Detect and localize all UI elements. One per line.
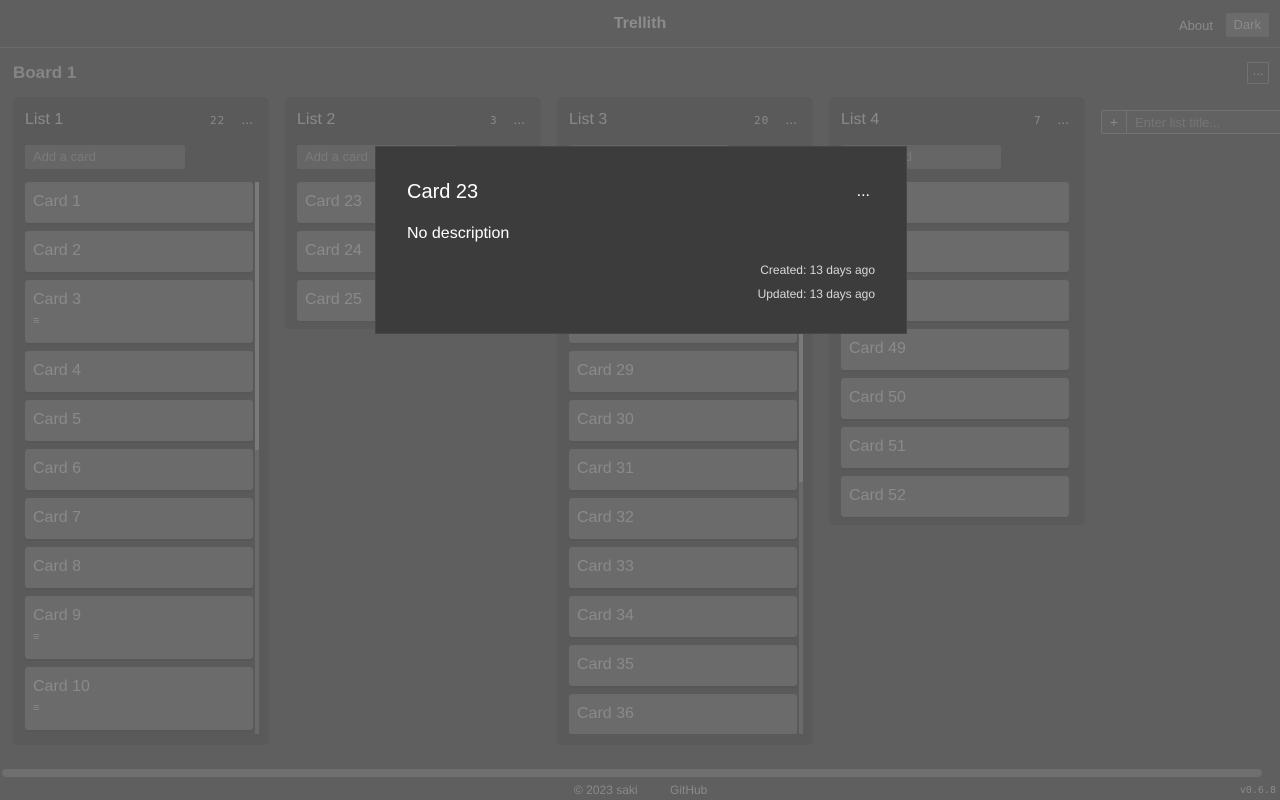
modal-created-date: Created: 13 days ago (760, 263, 875, 277)
card-detail-modal: Card 23 ... No description Created: 13 d… (375, 146, 907, 334)
modal-backdrop[interactable] (0, 0, 1280, 800)
modal-card-title[interactable]: Card 23 (407, 181, 478, 204)
modal-menu-button[interactable]: ... (857, 183, 870, 201)
modal-updated-date: Updated: 13 days ago (757, 287, 875, 301)
modal-description[interactable]: No description (407, 225, 509, 243)
